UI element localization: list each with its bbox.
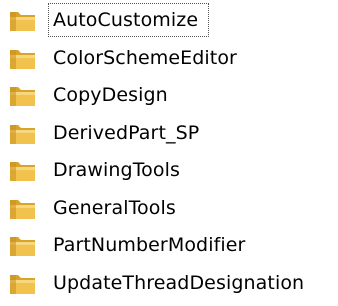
- folder-icon: [8, 47, 38, 71]
- folder-label: PartNumberModifier: [53, 234, 246, 256]
- folder-item-colorschemeeditor[interactable]: ColorSchemeEditor: [0, 40, 338, 78]
- folder-label: DerivedPart_SP: [53, 121, 200, 144]
- folder-label: AutoCustomize: [53, 9, 199, 31]
- folder-item-derivedpart-sp[interactable]: DerivedPart_SP: [0, 115, 338, 153]
- folder-icon: [8, 197, 38, 221]
- folder-label: GeneralTools: [53, 196, 176, 219]
- folder-label: CopyDesign: [53, 84, 168, 106]
- folder-item-partnumbermodifier[interactable]: PartNumberModifier: [0, 227, 338, 265]
- folder-item-updatethreaddesignation[interactable]: UpdateThreadDesignation: [0, 265, 338, 303]
- folder-item-autocustomize[interactable]: AutoCustomize: [0, 2, 338, 40]
- folder-item-generaltools[interactable]: GeneralTools: [0, 190, 338, 228]
- folder-item-drawingtools[interactable]: DrawingTools: [0, 152, 338, 190]
- folder-icon: [8, 84, 38, 108]
- folder-label: DrawingTools: [53, 159, 181, 181]
- folder-label: UpdateThreadDesignation: [53, 271, 305, 294]
- folder-icon: [8, 9, 38, 33]
- folder-item-copydesign[interactable]: CopyDesign: [0, 77, 338, 115]
- folder-label: ColorSchemeEditor: [53, 46, 237, 69]
- folder-icon: [8, 122, 38, 146]
- folder-icon: [8, 234, 38, 258]
- folder-icon: [8, 272, 38, 296]
- folder-list: AutoCustomize ColorSchemeEditor CopyDesi…: [0, 2, 338, 302]
- folder-icon: [8, 159, 38, 183]
